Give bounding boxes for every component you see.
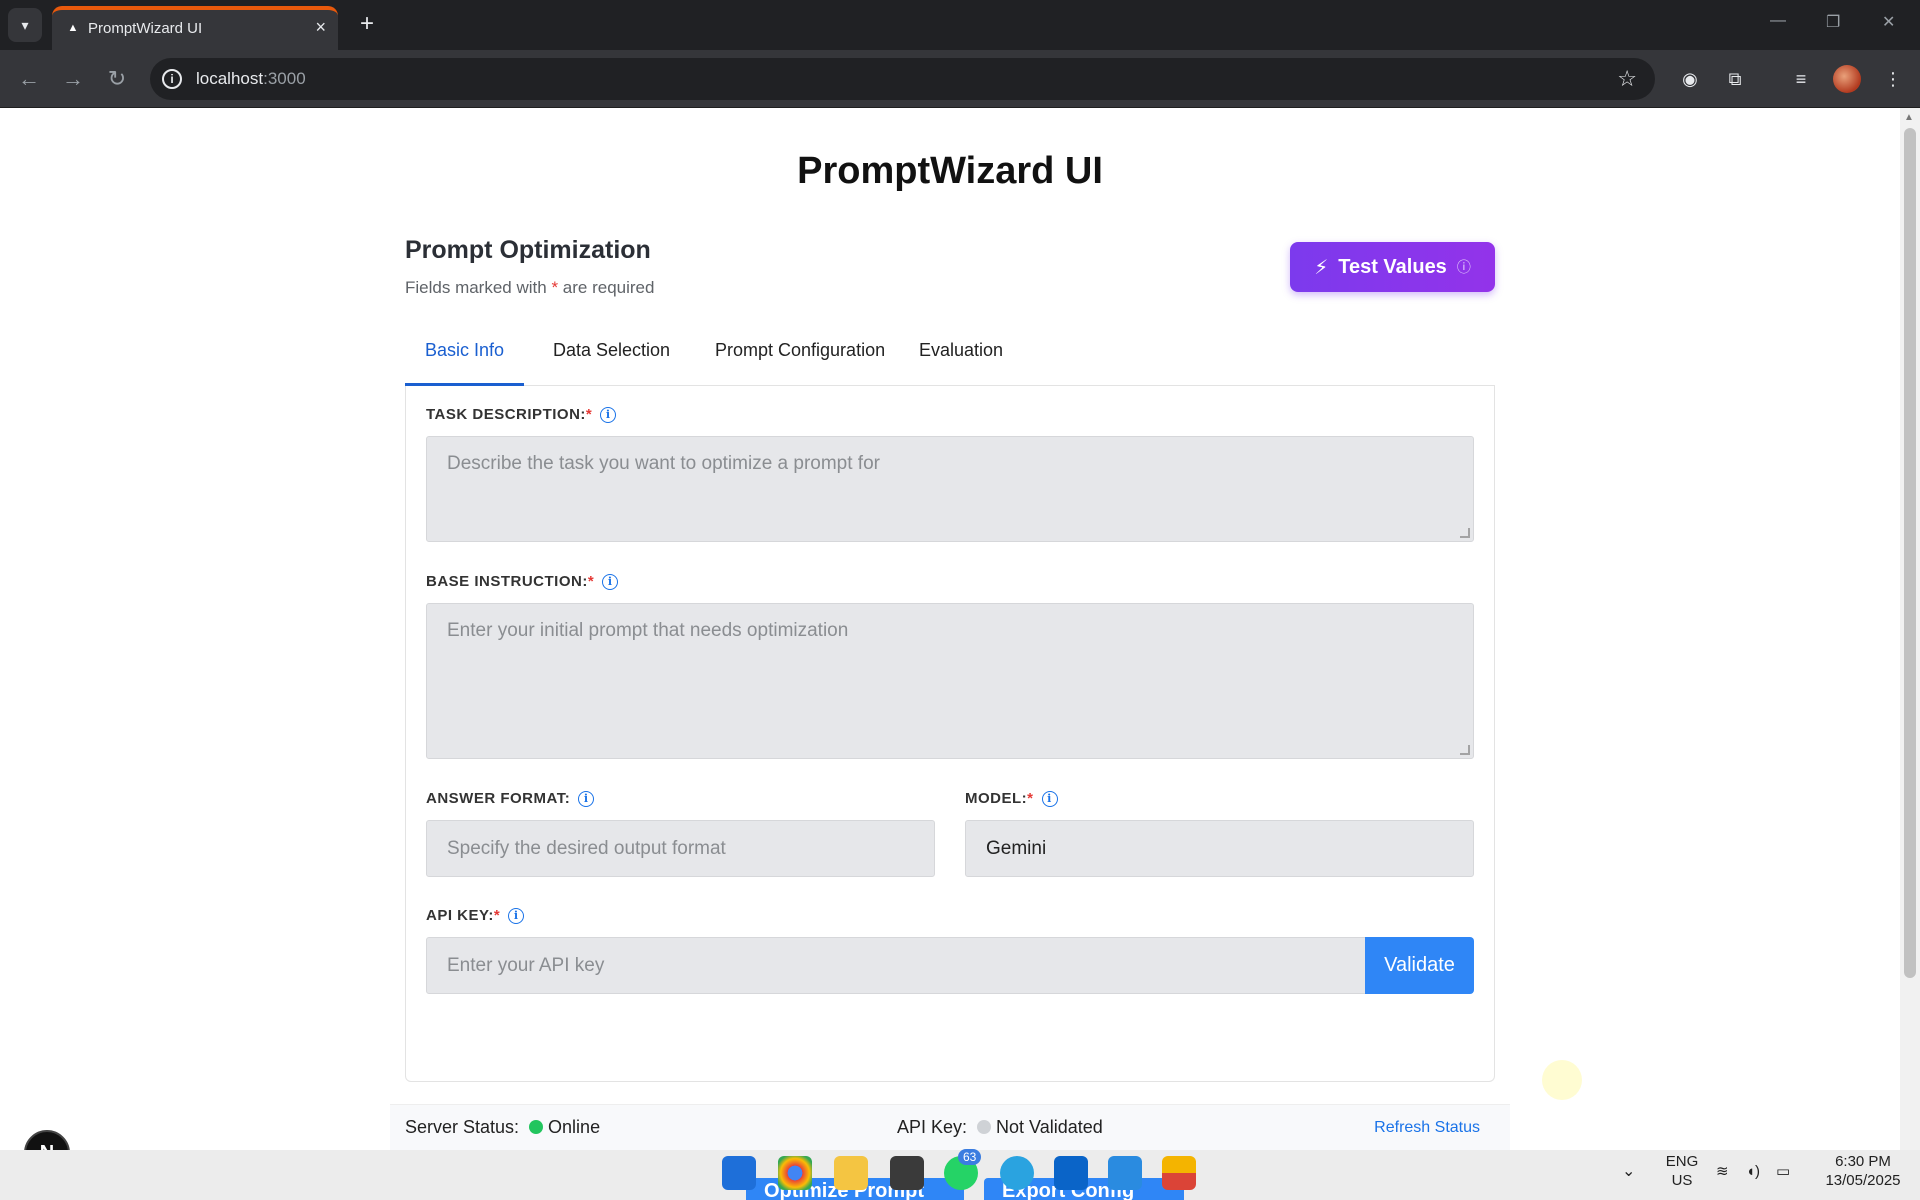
info-icon[interactable]: i <box>600 407 617 423</box>
test-values-label: Test Values <box>1338 255 1447 278</box>
base-instruction-textarea[interactable]: Enter your initial prompt that needs opt… <box>426 603 1474 759</box>
media-queue-icon[interactable]: ≡ <box>1788 66 1814 92</box>
language-indicator[interactable]: ENG US <box>1664 1152 1700 1190</box>
extension-globe-icon[interactable]: ◉ <box>1677 66 1703 92</box>
tray-overflow-chevron-icon[interactable]: ⌄ <box>1622 1162 1635 1181</box>
info-icon[interactable]: i <box>602 574 619 590</box>
api-key-input[interactable]: Enter your API key <box>426 937 1366 994</box>
store-icon[interactable] <box>890 1156 924 1190</box>
tab-bar: Basic Info Data Selection Prompt Configu… <box>405 318 1495 386</box>
windows-start-icon[interactable] <box>722 1156 756 1190</box>
tab-evaluation[interactable]: Evaluation <box>899 318 1023 386</box>
resize-handle-icon[interactable] <box>1460 745 1470 755</box>
browser-tabstrip: ▾ ▲ PromptWizard UI × + — ❐ ✕ <box>0 0 1920 50</box>
answer-format-label: ANSWER FORMAT: i <box>426 790 595 807</box>
app-title: PromptWizard UI <box>797 150 1103 192</box>
test-values-button[interactable]: ⚡ Test Values ⓘ <box>1290 242 1495 292</box>
tab-basic-info[interactable]: Basic Info <box>405 318 525 386</box>
task-description-label: TASK DESCRIPTION:* i <box>426 406 617 423</box>
tab-data-selection[interactable]: Data Selection <box>533 318 690 386</box>
tab-prompt-configuration[interactable]: Prompt Configuration <box>695 318 905 386</box>
battery-icon[interactable]: ▭ <box>1776 1162 1790 1181</box>
new-tab-plus-icon[interactable]: + <box>352 10 382 40</box>
scroll-up-icon[interactable]: ▲ <box>1904 112 1914 123</box>
profile-avatar[interactable] <box>1833 65 1861 93</box>
section-subtitle: Fields marked with * are required <box>405 278 655 297</box>
page: PromptWizard UI Prompt Optimization Fiel… <box>0 108 1900 1200</box>
forward-arrow-icon[interactable]: → <box>58 64 88 94</box>
telegram-icon[interactable] <box>1000 1156 1034 1190</box>
tab-favicon-icon: ▲ <box>67 22 79 34</box>
close-window-icon[interactable]: ✕ <box>1882 12 1895 32</box>
info-icon[interactable]: i <box>508 908 525 924</box>
page-scrollbar[interactable]: ▲ <box>1900 108 1920 1200</box>
answer-format-input[interactable]: Specify the desired output format <box>426 820 935 877</box>
bookmark-star-icon[interactable]: ☆ <box>1617 66 1637 92</box>
extensions-puzzle-icon[interactable]: ⧉ <box>1722 66 1748 92</box>
validate-button[interactable]: Validate <box>1365 937 1474 994</box>
online-dot-icon <box>529 1120 544 1134</box>
resize-handle-icon[interactable] <box>1460 528 1470 538</box>
status-bar: Server Status: Online API Key: Not Validat… <box>390 1104 1510 1150</box>
status-dot-icon <box>977 1120 992 1134</box>
refresh-status-link[interactable]: Refresh Status <box>1374 1119 1480 1137</box>
info-icon: ⓘ <box>1456 259 1471 275</box>
section-title: Prompt Optimization <box>405 236 651 264</box>
browser-menu-icon[interactable]: ⋮ <box>1880 66 1906 92</box>
minimize-icon[interactable]: — <box>1770 12 1786 30</box>
api-key-label: API KEY:* i <box>426 907 525 924</box>
whatsapp-badge: 63 <box>958 1149 982 1165</box>
wifi-icon[interactable]: ≋ <box>1716 1162 1729 1181</box>
app-grid-icon[interactable] <box>1162 1156 1196 1190</box>
file-explorer-icon[interactable] <box>834 1156 868 1190</box>
cursor-highlight <box>1542 1060 1582 1100</box>
address-bar[interactable]: i localhost:3000 ☆ <box>150 58 1655 100</box>
server-status: Server Status: Online <box>405 1117 601 1137</box>
volume-icon[interactable]: ◖) <box>1746 1162 1760 1181</box>
tab-close-icon[interactable]: × <box>315 17 326 37</box>
clock[interactable]: 6:30 PM 13/05/2025 <box>1818 1152 1908 1190</box>
model-input[interactable]: Gemini <box>965 820 1474 877</box>
restore-icon[interactable]: ❐ <box>1826 12 1840 32</box>
browser-tab[interactable]: ▲ PromptWizard UI × <box>52 6 338 50</box>
api-key-status: API Key: Not Validated <box>897 1117 1103 1137</box>
outlook-icon[interactable] <box>1054 1156 1088 1190</box>
chrome-icon[interactable] <box>778 1156 812 1190</box>
lightning-icon: ⚡ <box>1314 256 1329 279</box>
info-icon[interactable]: i <box>578 791 595 807</box>
model-label: MODEL:* i <box>965 790 1058 807</box>
browser-toolbar: ← → ↻ i localhost:3000 ☆ ◉ ⧉ ≡ ⋮ <box>0 50 1920 108</box>
scroll-thumb[interactable] <box>1904 128 1916 978</box>
reload-icon[interactable]: ↻ <box>102 64 132 94</box>
base-instruction-label: BASE INSTRUCTION:* i <box>426 573 619 590</box>
info-icon[interactable]: i <box>1041 791 1058 807</box>
site-info-icon[interactable]: i <box>162 69 182 89</box>
back-arrow-icon[interactable]: ← <box>14 64 44 94</box>
tab-title: PromptWizard UI <box>88 20 203 37</box>
tab-search-chevron-icon[interactable]: ▾ <box>8 8 42 42</box>
task-description-textarea[interactable]: Describe the task you want to optimize a… <box>426 436 1474 542</box>
address-url: localhost:3000 <box>196 69 306 88</box>
vscode-icon[interactable] <box>1108 1156 1142 1190</box>
